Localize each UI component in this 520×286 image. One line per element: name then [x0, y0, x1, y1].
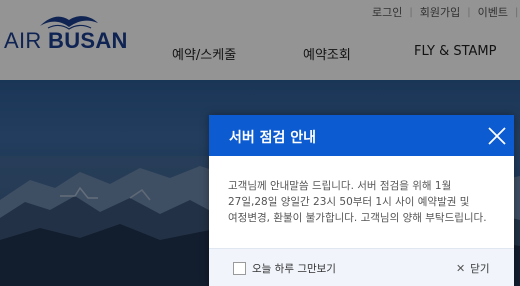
close-button[interactable]: ✕ 닫기 [456, 261, 490, 276]
close-button-label: 닫기 [470, 263, 490, 275]
close-x-icon: ✕ [456, 262, 466, 275]
checkbox-box[interactable] [233, 262, 246, 275]
popup-header: 서버 점검 안내 [209, 115, 514, 156]
server-maintenance-popup: 서버 점검 안내 고객님께 안내말씀 드립니다. 서버 점검을 위해 1월 27… [209, 115, 514, 286]
close-icon[interactable] [486, 125, 508, 147]
checkbox-label: 오늘 하루 그만보기 [252, 263, 336, 275]
popup-footer: 오늘 하루 그만보기 ✕ 닫기 [209, 248, 514, 286]
dont-show-today-checkbox[interactable]: 오늘 하루 그만보기 [233, 261, 336, 276]
popup-title: 서버 점검 안내 [229, 130, 317, 146]
popup-message: 고객님께 안내말씀 드립니다. 서버 점검을 위해 1월 27일,28일 양일간… [228, 180, 487, 224]
